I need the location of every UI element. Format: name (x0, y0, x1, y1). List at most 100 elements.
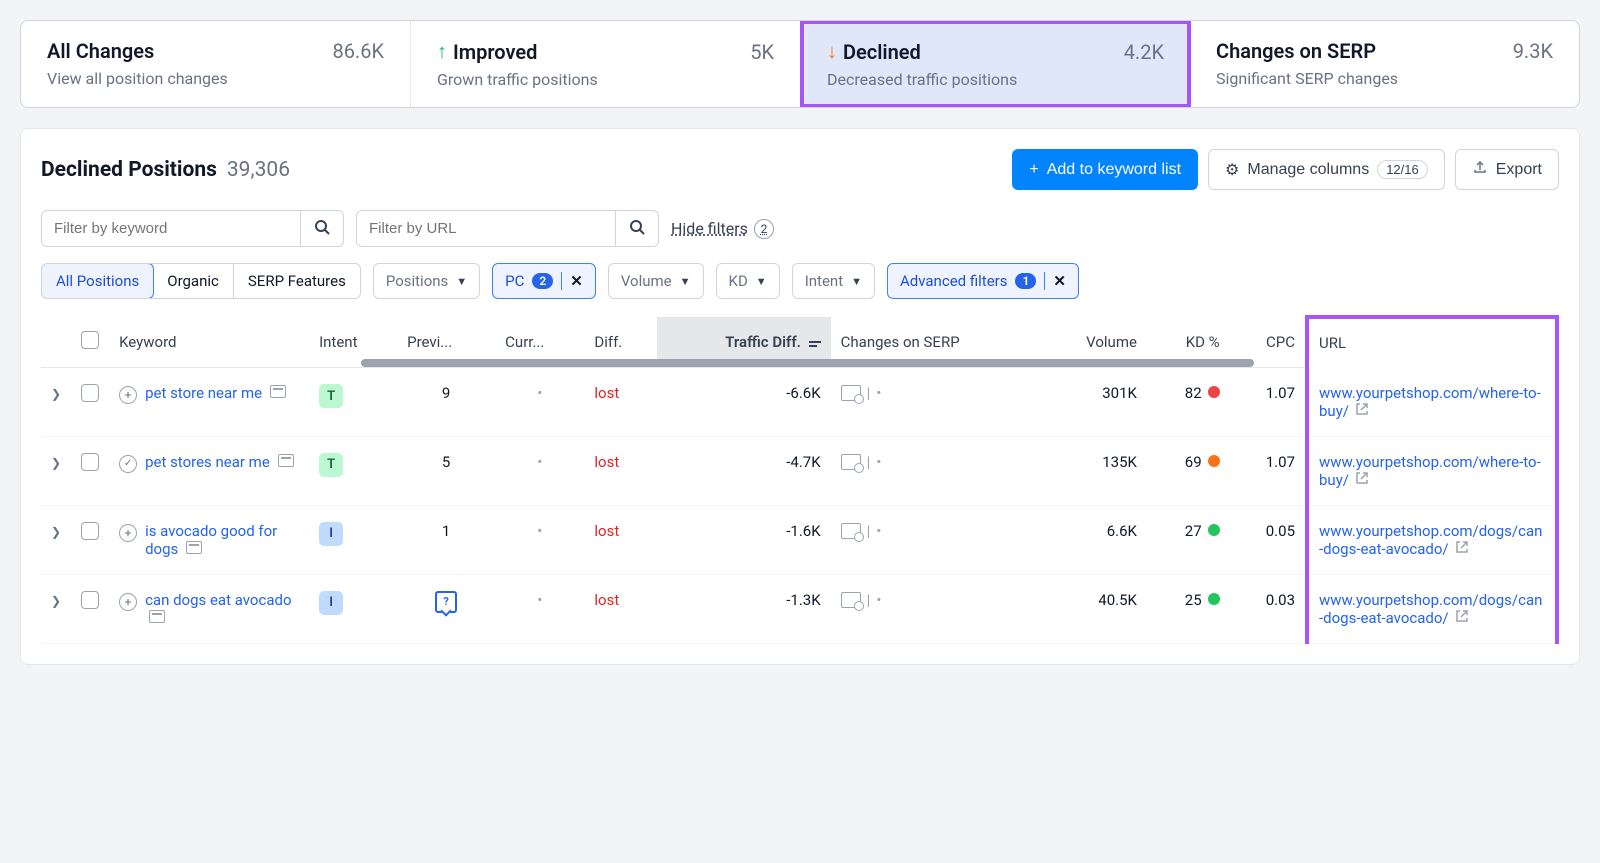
col-keyword[interactable]: Keyword (109, 317, 309, 368)
segment-serp-features[interactable]: SERP Features (234, 264, 360, 298)
serp-change-cell: |• (841, 384, 882, 402)
close-icon[interactable]: ✕ (1044, 272, 1066, 290)
keyword-link[interactable]: can dogs eat avocado (145, 591, 291, 609)
panel-title: Declined Positions 39,306 (41, 158, 290, 182)
plus-circle-icon[interactable]: + (119, 524, 137, 542)
tab-declined[interactable]: ↓ Declined4.2KDecreased traffic position… (800, 20, 1191, 108)
sort-desc-icon (809, 341, 821, 347)
hide-filters-count: 2 (754, 219, 774, 239)
expand-row-caret[interactable]: ❯ (51, 387, 61, 401)
volume-value: 301K (1102, 384, 1137, 402)
external-link-icon[interactable] (1455, 540, 1469, 558)
col-url[interactable]: URL (1307, 317, 1557, 368)
prev-value: 9 (442, 384, 450, 402)
volume-value: 6.6K (1107, 522, 1137, 540)
serp-box-icon[interactable] (841, 523, 861, 539)
serp-box-icon[interactable] (841, 385, 861, 401)
url-link[interactable]: www.yourpetshop.com/where-to-buy/ (1319, 384, 1541, 420)
keyword-link[interactable]: is avocado good for dogs (145, 522, 277, 558)
tab-desc: Significant SERP changes (1216, 69, 1553, 88)
prev-value: 1 (442, 522, 450, 540)
position-type-segments: All PositionsOrganicSERP Features (41, 263, 361, 299)
traffic-diff-value: -1.6K (786, 522, 820, 540)
segment-organic[interactable]: Organic (153, 264, 234, 298)
intent-badge: T (319, 384, 343, 408)
expand-row-caret[interactable]: ❯ (51, 456, 61, 470)
export-button[interactable]: Export (1455, 149, 1559, 190)
tab-improved[interactable]: ↑ Improved 5K Grown traffic positions (411, 21, 801, 107)
keyword-link[interactable]: pet stores near me (145, 453, 270, 471)
cpc-value: 0.05 (1266, 522, 1295, 540)
serp-preview-icon[interactable] (149, 610, 165, 623)
kd-chip[interactable]: KD ▼ (716, 263, 780, 299)
external-link-icon[interactable] (1455, 609, 1469, 627)
serp-dot: • (876, 453, 881, 471)
kd-value: 27 (1185, 522, 1202, 540)
expand-row-caret[interactable]: ❯ (51, 594, 61, 608)
manage-label: Manage columns (1247, 161, 1369, 179)
select-all-checkbox[interactable] (81, 331, 99, 349)
current-value: • (537, 522, 542, 540)
manage-columns-button[interactable]: ⚙ Manage columns 12/16 (1208, 149, 1445, 190)
intent-chip[interactable]: Intent ▼ (792, 263, 875, 299)
keyword-search-button[interactable] (301, 210, 344, 247)
serp-dot: • (876, 522, 881, 540)
declined-panel: Declined Positions 39,306 + Add to keywo… (20, 128, 1580, 665)
external-link-icon[interactable] (1355, 402, 1369, 420)
tab-desc: View all position changes (47, 69, 384, 88)
hide-filters-toggle[interactable]: Hide filters 2 (671, 219, 774, 239)
url-search-button[interactable] (616, 210, 659, 247)
tab-count: 5K (750, 40, 774, 64)
positions-chip[interactable]: Positions ▼ (373, 263, 480, 299)
close-icon[interactable]: ✕ (561, 272, 583, 290)
serp-preview-icon[interactable] (186, 541, 202, 554)
tab-title: ↑ Improved (437, 39, 537, 64)
row-checkbox[interactable] (81, 522, 99, 540)
external-link-icon[interactable] (1355, 471, 1369, 489)
serp-divider: | (867, 384, 871, 402)
horizontal-scrollbar[interactable] (361, 359, 1254, 367)
chip-count: 2 (532, 273, 553, 289)
check-circle-icon[interactable]: ✓ (119, 455, 137, 473)
table-row: ❯+is avocado good for dogs I1•lost-1.6K|… (41, 505, 1557, 574)
upload-icon (1472, 159, 1488, 180)
expand-row-caret[interactable]: ❯ (51, 525, 61, 539)
url-link[interactable]: www.yourpetshop.com/dogs/can-dogs-eat-av… (1319, 522, 1542, 558)
panel-actions: + Add to keyword list ⚙ Manage columns 1… (1012, 149, 1559, 190)
kd-difficulty-dot (1208, 524, 1220, 536)
pc-chip[interactable]: PC 2 ✕ (492, 263, 596, 299)
plus-circle-icon[interactable]: + (119, 593, 137, 611)
row-checkbox[interactable] (81, 591, 99, 609)
chevron-down-icon: ▼ (851, 275, 862, 288)
row-checkbox[interactable] (81, 384, 99, 402)
kd-difficulty-dot (1208, 455, 1220, 467)
chip-label: Positions (386, 272, 448, 290)
serp-box-icon[interactable] (841, 592, 861, 608)
filter-url-input[interactable] (356, 210, 616, 247)
diff-value: lost (594, 453, 619, 471)
keyword-link[interactable]: pet store near me (145, 384, 262, 402)
serp-dot: • (876, 384, 881, 402)
tab-header: Changes on SERP9.3K (1216, 39, 1553, 63)
kd-value: 82 (1185, 384, 1202, 402)
url-link[interactable]: www.yourpetshop.com/where-to-buy/ (1319, 453, 1541, 489)
segment-all-positions[interactable]: All Positions (41, 263, 154, 299)
plus-circle-icon[interactable]: + (119, 386, 137, 404)
url-link[interactable]: www.yourpetshop.com/dogs/can-dogs-eat-av… (1319, 591, 1542, 627)
serp-preview-icon[interactable] (270, 385, 286, 398)
advanced-filters-chip[interactable]: Advanced filters 1 ✕ (887, 263, 1079, 299)
tab-changes-on-serp[interactable]: Changes on SERP9.3K Significant SERP chan… (1190, 21, 1579, 107)
tab-count: 4.2K (1124, 40, 1164, 64)
serp-preview-icon[interactable] (278, 454, 294, 467)
row-checkbox[interactable] (81, 453, 99, 471)
results-table-wrap: Keyword Intent Previ... Curr... Diff. Tr… (41, 315, 1559, 644)
volume-chip[interactable]: Volume ▼ (608, 263, 704, 299)
arrow-down-icon: ↓ (827, 39, 837, 64)
add-to-keyword-list-button[interactable]: + Add to keyword list (1012, 149, 1198, 190)
serp-divider: | (867, 591, 871, 609)
tab-desc: Grown traffic positions (437, 70, 774, 89)
filter-keyword-input[interactable] (41, 210, 301, 247)
serp-box-icon[interactable] (841, 454, 861, 470)
chip-label: Advanced filters (900, 272, 1007, 290)
tab-all-changes[interactable]: All Changes86.6KView all position change… (21, 21, 411, 107)
